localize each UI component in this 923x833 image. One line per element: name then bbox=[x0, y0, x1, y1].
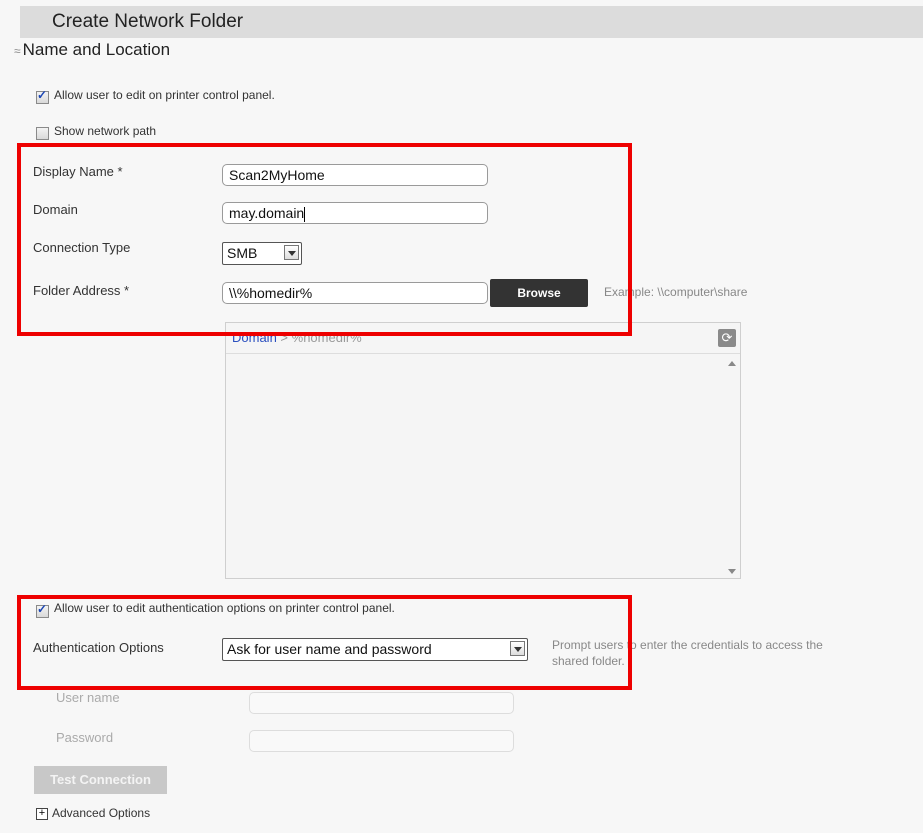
username-input[interactable] bbox=[249, 692, 514, 714]
password-label: Password bbox=[56, 730, 114, 745]
highlight-box-location bbox=[17, 143, 632, 336]
tree-scrollbar[interactable] bbox=[726, 357, 738, 576]
show-network-path-checkbox[interactable] bbox=[36, 127, 49, 140]
section-header[interactable]: ≈ Name and Location bbox=[14, 40, 170, 60]
create-network-folder-panel: Create Network Folder ≈ Name and Location… bbox=[0, 0, 923, 833]
expand-plus-icon[interactable]: + bbox=[36, 808, 48, 820]
refresh-icon[interactable]: ⟳ bbox=[718, 329, 736, 347]
show-network-path-label: Show network path bbox=[54, 124, 157, 138]
allow-edit-panel-checkbox[interactable] bbox=[36, 88, 49, 104]
section-title: Name and Location bbox=[22, 40, 171, 59]
scroll-up-icon[interactable] bbox=[728, 361, 736, 366]
allow-edit-panel-label: Allow user to edit on printer control pa… bbox=[54, 88, 275, 102]
page-title: Create Network Folder bbox=[52, 11, 244, 32]
title-bar: Create Network Folder bbox=[20, 6, 923, 38]
advanced-options-link[interactable]: Advanced Options bbox=[52, 806, 150, 820]
username-label: User name bbox=[56, 690, 120, 705]
password-input[interactable] bbox=[249, 730, 514, 752]
highlight-box-authentication bbox=[17, 595, 632, 690]
folder-tree[interactable]: Domain > %homedir% ⟳ bbox=[225, 322, 741, 579]
test-connection-button[interactable]: Test Connection bbox=[34, 766, 167, 794]
scroll-down-icon[interactable] bbox=[728, 569, 736, 574]
collapse-chevron-icon[interactable]: ≈ bbox=[14, 44, 21, 58]
